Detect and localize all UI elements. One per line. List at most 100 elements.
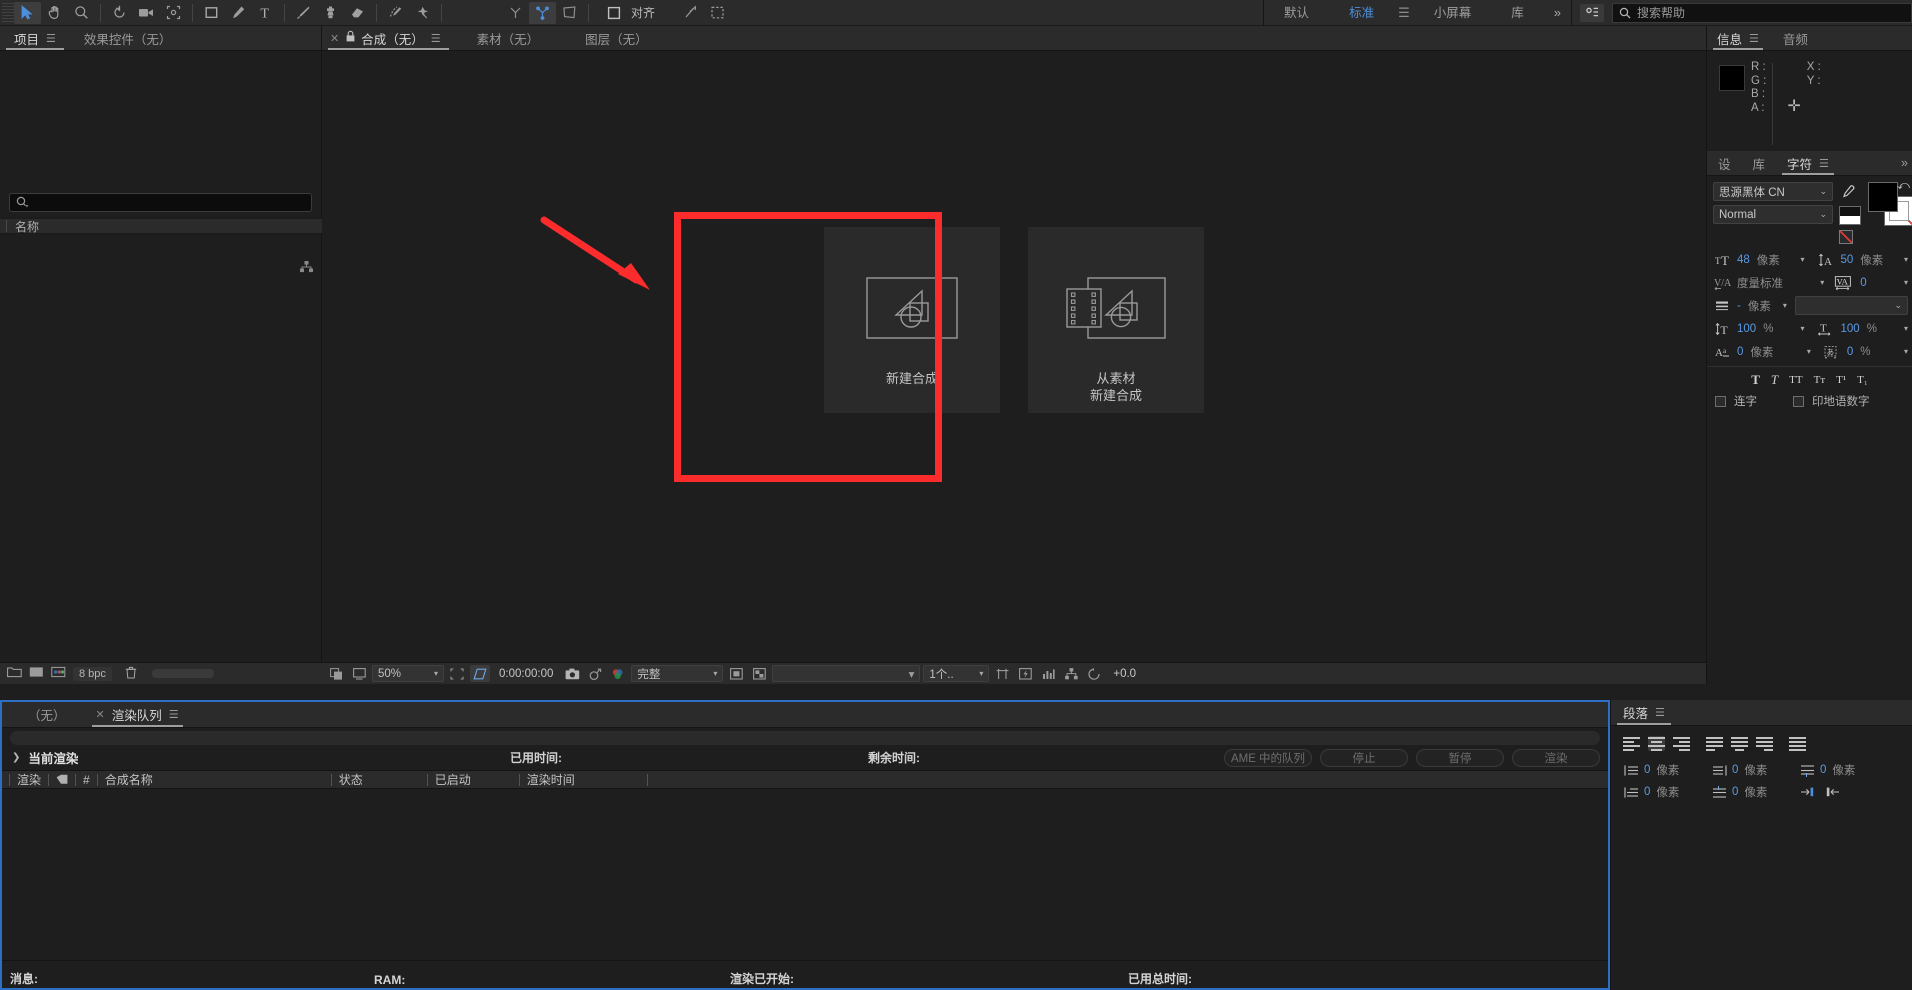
new-composition-icon[interactable]: [29, 666, 44, 681]
space-after-value[interactable]: 0: [1732, 786, 1738, 798]
column-index[interactable]: #: [83, 771, 90, 789]
justify-last-center-button[interactable]: [1731, 736, 1748, 751]
rotation-tool[interactable]: [106, 2, 133, 24]
horizontal-scale-dropdown-icon[interactable]: ▾: [1904, 324, 1908, 333]
stop-button[interactable]: 停止: [1320, 748, 1408, 767]
new-folder-icon[interactable]: [7, 666, 22, 681]
puppet-pin-tool[interactable]: [409, 2, 436, 24]
monitor-icon[interactable]: [349, 665, 369, 682]
region-of-interest-icon[interactable]: [447, 665, 467, 682]
small-caps-button[interactable]: Tт: [1814, 374, 1826, 386]
baseline-shift-value[interactable]: 0: [1737, 346, 1743, 358]
orbit-camera-tool[interactable]: [529, 1, 556, 24]
tsume-dropdown-icon[interactable]: ▾: [1904, 347, 1908, 356]
always-preview-icon[interactable]: [326, 665, 346, 682]
project-settings-icon[interactable]: [51, 666, 66, 681]
fill-color-swatch[interactable]: [1868, 182, 1898, 212]
text-direction-ltr-icon[interactable]: [1797, 784, 1817, 800]
font-size-value[interactable]: 48: [1737, 254, 1750, 266]
leading-dropdown-icon[interactable]: ▾: [1904, 255, 1908, 264]
pan-camera-tool[interactable]: [556, 2, 583, 24]
align-toggle-group[interactable]: 对齐: [600, 2, 655, 24]
guides-icon[interactable]: [992, 665, 1012, 682]
workspace-small-screen[interactable]: 小屏幕: [1414, 0, 1492, 26]
region-preview-icon[interactable]: [726, 665, 746, 682]
tsume-value[interactable]: 0: [1847, 346, 1853, 358]
transparency-grid-icon[interactable]: [470, 665, 490, 682]
bit-depth-label[interactable]: 8 bpc: [73, 666, 112, 681]
current-timecode[interactable]: 0:00:00:00: [493, 668, 559, 680]
workspace-library[interactable]: 库: [1491, 0, 1544, 26]
tab-project-menu-icon[interactable]: ☰: [46, 32, 56, 45]
align-center-button[interactable]: [1648, 736, 1665, 751]
indent-right-value[interactable]: 0: [1732, 764, 1738, 776]
stroke-width-dropdown-icon[interactable]: ▾: [1783, 301, 1787, 310]
project-search-field[interactable]: [9, 193, 312, 212]
type-tool[interactable]: T: [252, 2, 279, 24]
justify-all-button[interactable]: [1789, 736, 1806, 751]
tab-render-queue-menu-icon[interactable]: ☰: [169, 708, 179, 721]
render-button[interactable]: 渲染: [1512, 748, 1600, 767]
font-family-select[interactable]: 思源黑体 CN ⌄: [1713, 182, 1833, 201]
space-before-value[interactable]: 0: [1820, 764, 1826, 776]
text-direction-rtl-icon[interactable]: [1823, 784, 1843, 800]
tracking-dropdown-icon[interactable]: ▾: [1904, 278, 1908, 287]
tab-project[interactable]: 项目 ☰: [0, 26, 70, 50]
column-render-time[interactable]: 渲染时间: [527, 771, 575, 789]
tab-libraries[interactable]: 库: [1742, 151, 1777, 175]
tab-audio[interactable]: 音频: [1769, 26, 1822, 50]
tab-composition[interactable]: ✕ 合成（无） ☰: [322, 26, 455, 50]
show-snapshot-icon[interactable]: [585, 665, 605, 682]
eraser-tool[interactable]: [344, 2, 371, 24]
exposure-value[interactable]: +0.0: [1107, 668, 1142, 680]
selection-tool[interactable]: [14, 1, 41, 24]
view-count-select[interactable]: 1个.. ▾: [923, 665, 990, 682]
camera-tool[interactable]: [133, 2, 160, 24]
tab-lock-icon[interactable]: [346, 30, 355, 45]
workspace-default[interactable]: 默认: [1264, 0, 1329, 26]
justify-last-left-button[interactable]: [1706, 736, 1723, 751]
tab-character[interactable]: 字符 ☰: [1776, 151, 1840, 175]
help-search-input[interactable]: [1637, 5, 1887, 20]
swap-colors-icon[interactable]: ⤺: [1897, 178, 1910, 193]
vertical-scale-dropdown-icon[interactable]: ▾: [1800, 324, 1804, 333]
renderer-icon[interactable]: [1061, 665, 1081, 682]
zoom-tool[interactable]: [68, 2, 95, 24]
tab-info[interactable]: 信息 ☰: [1707, 26, 1769, 50]
rectangle-tool[interactable]: [198, 2, 225, 24]
superscript-button[interactable]: T¹: [1836, 374, 1846, 386]
help-search-box[interactable]: [1612, 2, 1912, 23]
project-footer-scrollbar[interactable]: [151, 669, 214, 678]
horizontal-scale-value[interactable]: 100: [1841, 323, 1860, 335]
zoom-level-select[interactable]: 50% ▾: [372, 665, 444, 682]
leading-value[interactable]: 50: [1841, 254, 1854, 266]
expand-arrow-icon[interactable]: ❯: [12, 752, 20, 763]
unified-camera-tool[interactable]: [502, 2, 529, 24]
align-right-button[interactable]: [1673, 736, 1690, 751]
vertical-scale-value[interactable]: 100: [1737, 323, 1756, 335]
tab-preset[interactable]: 设: [1707, 151, 1742, 175]
queue-in-ame-button[interactable]: AME 中的队列: [1224, 748, 1312, 767]
no-fill-icon[interactable]: [1839, 230, 1853, 244]
sync-settings-icon[interactable]: [1580, 3, 1604, 22]
subscript-button[interactable]: T₁: [1857, 374, 1868, 386]
pen-tool[interactable]: [225, 2, 252, 24]
tab-close-icon[interactable]: ✕: [330, 32, 339, 45]
italic-button[interactable]: T: [1771, 372, 1778, 388]
column-comp-name[interactable]: 合成名称: [105, 771, 153, 789]
column-render[interactable]: 渲染: [17, 771, 41, 789]
tab-info-menu-icon[interactable]: ☰: [1749, 32, 1759, 45]
justify-last-right-button[interactable]: [1756, 736, 1773, 751]
channel-icon[interactable]: [608, 665, 628, 682]
clone-stamp-tool[interactable]: [317, 2, 344, 24]
tab-character-menu-icon[interactable]: ☰: [1819, 157, 1829, 170]
refresh-icon[interactable]: [1084, 665, 1104, 682]
new-composition-from-footage-card[interactable]: 从素材 新建合成: [1028, 227, 1204, 413]
align-checkbox-icon[interactable]: [600, 2, 627, 24]
tab-composition-menu-icon[interactable]: ☰: [431, 32, 441, 45]
indent-left-value[interactable]: 0: [1644, 764, 1650, 776]
kerning-dropdown-icon[interactable]: ▾: [1820, 278, 1824, 287]
transparency-checker-icon[interactable]: [749, 665, 769, 682]
all-caps-button[interactable]: TT: [1789, 374, 1802, 386]
tab-timeline-none[interactable]: （无）: [2, 702, 86, 727]
